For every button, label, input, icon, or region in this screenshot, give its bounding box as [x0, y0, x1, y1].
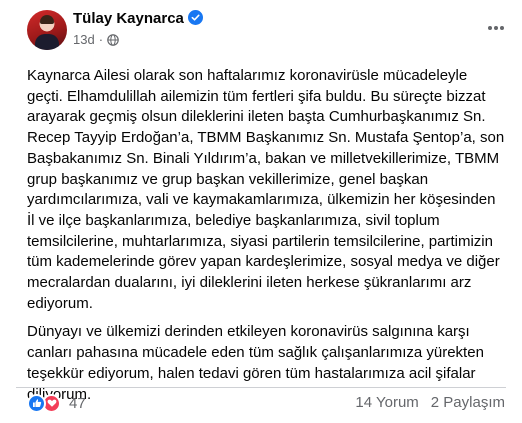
comments-count-link[interactable]: 14 Yorum	[355, 394, 418, 411]
author-avatar[interactable]	[27, 10, 67, 50]
avatar-shirt	[35, 34, 59, 50]
more-options-icon[interactable]	[484, 16, 508, 40]
post-paragraph-1: Kaynarca Ailesi olarak son haftalarımız …	[27, 67, 505, 312]
post-header: Tülay Kaynarca 13d ·	[27, 10, 508, 54]
footer-divider	[16, 387, 506, 388]
meta-separator: ·	[98, 32, 104, 47]
verified-badge-icon	[187, 10, 203, 25]
author-name[interactable]: Tülay Kaynarca	[73, 10, 184, 27]
like-reaction-icon	[27, 393, 46, 413]
engagement-stats: 14 Yorum 2 Paylaşım	[355, 394, 505, 411]
shares-count-link[interactable]: 2 Paylaşım	[431, 394, 505, 411]
post-meta: 13d ·	[73, 32, 119, 47]
post-paragraph-2: Dünyayı ve ülkemizi derinden etkileyen k…	[27, 323, 484, 403]
globe-icon[interactable]	[107, 33, 119, 46]
facebook-post: Tülay Kaynarca 13d · Kaynarca Ailesi ola…	[0, 0, 522, 423]
reactions-summary[interactable]: 47	[27, 392, 86, 414]
post-timestamp[interactable]: 13d	[73, 32, 95, 47]
author-name-row: Tülay Kaynarca	[73, 10, 203, 27]
post-body: Kaynarca Ailesi olarak son haftalarımız …	[27, 66, 505, 413]
avatar-hair	[40, 15, 54, 24]
reaction-count: 47	[69, 394, 86, 412]
stats-gap	[419, 394, 431, 411]
